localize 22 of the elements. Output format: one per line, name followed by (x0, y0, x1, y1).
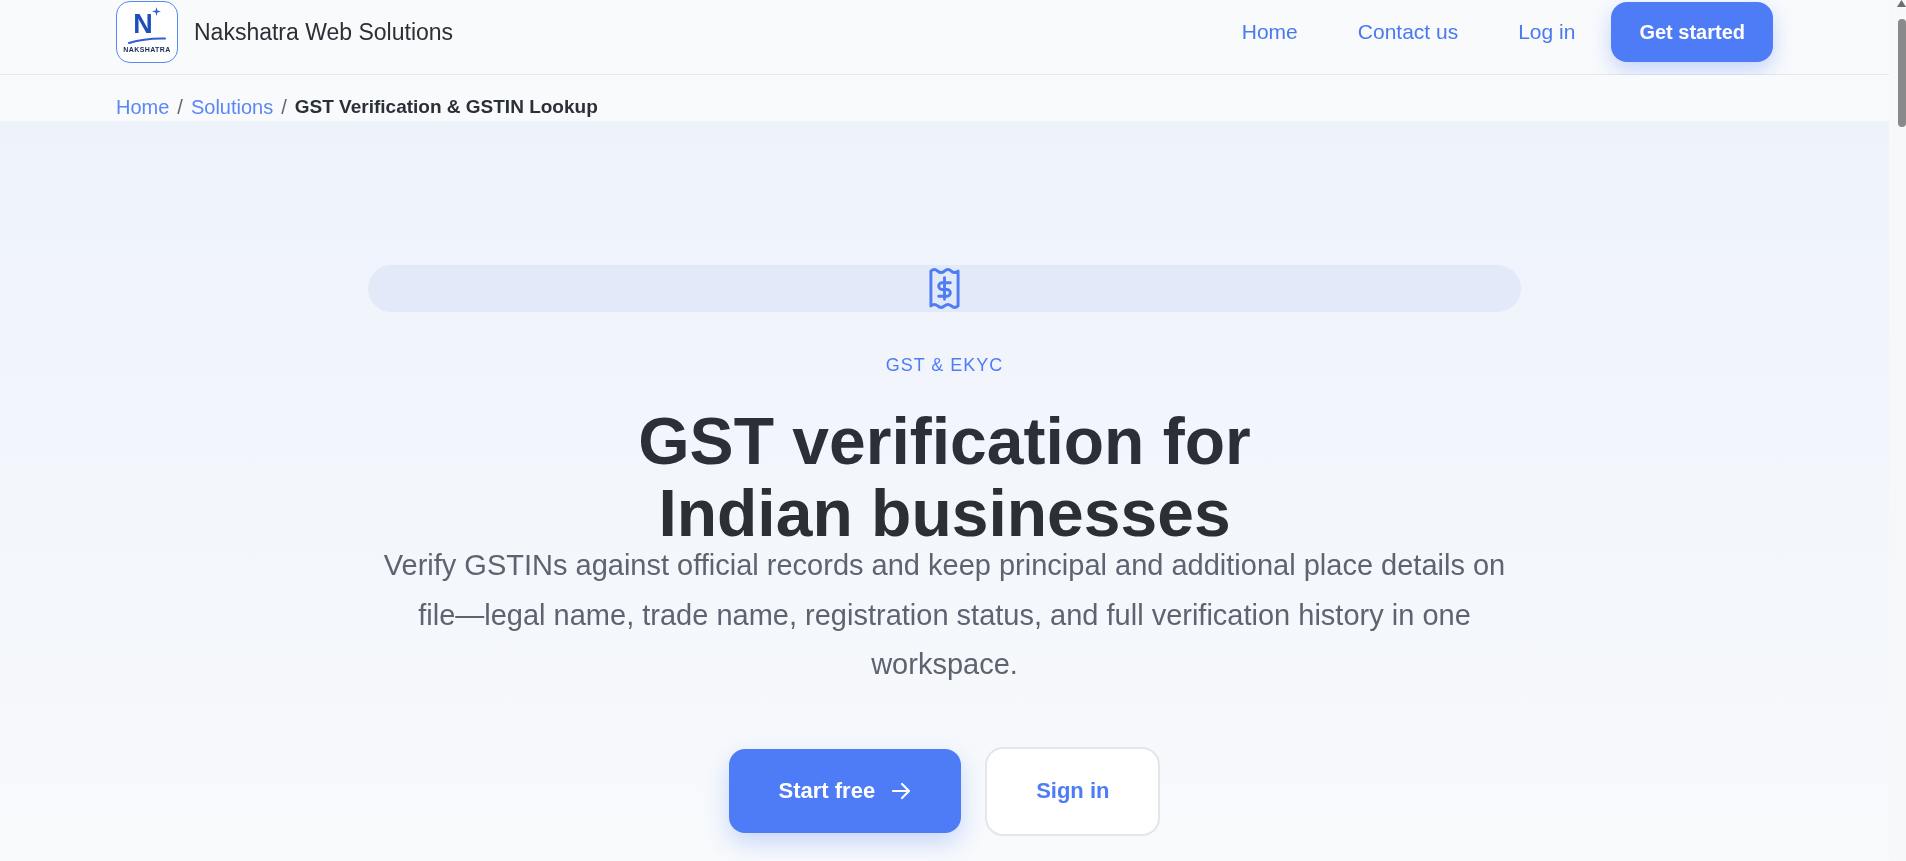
arrow-right-icon (891, 781, 912, 801)
nav-link[interactable]: Log in (1518, 20, 1576, 44)
breadcrumb-separator: / (177, 95, 183, 119)
secondary-button[interactable]: Sign in (985, 746, 1161, 836)
logo-letter: N (133, 10, 153, 37)
receipt-dollar-icon (928, 267, 961, 310)
breadcrumb-separator: / (281, 95, 287, 119)
primary-button[interactable]: Start free (728, 749, 962, 833)
breadcrumb-current: GST Verification & GSTIN Lookup (294, 95, 598, 119)
hero-title: GST verification for Indian businesses (637, 405, 1252, 549)
eyebrow-label: GST & EKYC (885, 354, 1004, 377)
nav-link[interactable]: Contact us (1357, 20, 1459, 44)
nav-link[interactable]: Home (1241, 20, 1298, 44)
scrollbar-thumb[interactable] (1898, 19, 1906, 127)
swoosh-icon (127, 36, 167, 44)
hero-description: Verify GSTINs against official records and keep principal and additional place details on file—legal name, trade name, registration status, and full verification history in one workspace. (382, 548, 1507, 682)
scroll-up-icon[interactable] (1897, 0, 1906, 7)
breadcrumb-link[interactable]: Home (116, 95, 170, 119)
get-started-button[interactable]: Get started (1611, 2, 1773, 62)
brand-name: Nakshatra Web Solutions (194, 18, 454, 46)
sparkle-icon (151, 6, 161, 16)
breadcrumb-link[interactable]: Solutions (190, 95, 274, 119)
